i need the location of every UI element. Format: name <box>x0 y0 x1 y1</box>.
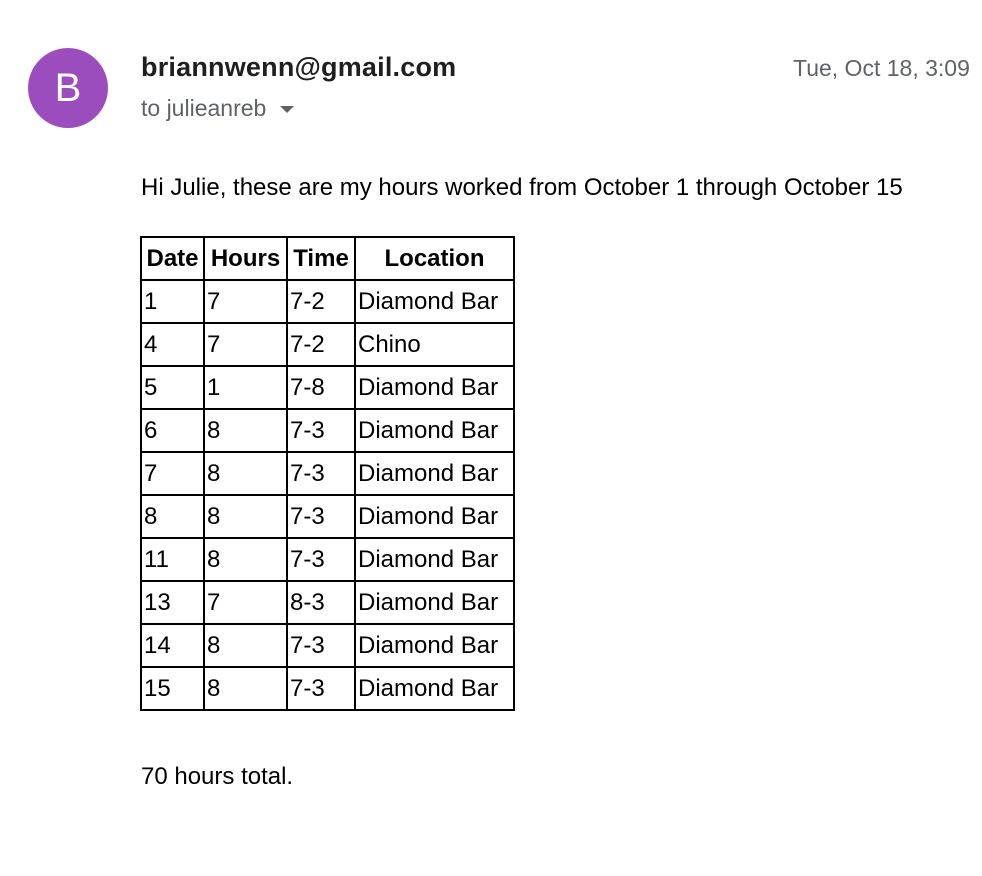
cell-hours: 8 <box>203 494 288 539</box>
chevron-down-icon[interactable] <box>280 106 295 113</box>
table-row: 4 7 7-2 Chino <box>140 322 515 367</box>
column-header-time: Time <box>286 236 356 281</box>
cell-location: Diamond Bar <box>354 494 515 539</box>
cell-hours: 7 <box>203 322 288 367</box>
cell-location: Diamond Bar <box>354 365 515 410</box>
column-header-date: Date <box>140 236 205 281</box>
cell-hours: 8 <box>203 451 288 496</box>
message-timestamp: Tue, Oct 18, 3:09 <box>793 55 970 81</box>
cell-date: 8 <box>140 494 205 539</box>
cell-date: 11 <box>140 537 205 582</box>
cell-time: 7-3 <box>286 623 356 668</box>
table-row: 13 7 8-3 Diamond Bar <box>140 580 515 625</box>
table-row: 11 8 7-3 Diamond Bar <box>140 537 515 582</box>
cell-time: 7-2 <box>286 279 356 324</box>
cell-hours: 8 <box>203 408 288 453</box>
avatar[interactable]: B <box>28 48 108 128</box>
cell-date: 4 <box>140 322 205 367</box>
cell-location: Diamond Bar <box>354 623 515 668</box>
cell-time: 7-8 <box>286 365 356 410</box>
cell-location: Diamond Bar <box>354 666 515 711</box>
column-header-location: Location <box>354 236 515 281</box>
table-row: 15 8 7-3 Diamond Bar <box>140 666 515 711</box>
table-header-row: Date Hours Time Location <box>140 236 515 281</box>
sender-email[interactable]: briannwenn@gmail.com <box>141 52 456 83</box>
cell-time: 7-3 <box>286 408 356 453</box>
cell-location: Diamond Bar <box>354 408 515 453</box>
cell-hours: 7 <box>203 580 288 625</box>
cell-date: 14 <box>140 623 205 668</box>
hours-total: 70 hours total. <box>141 763 294 790</box>
column-header-hours: Hours <box>203 236 288 281</box>
recipient-details-toggle[interactable]: to julieanreb <box>141 95 295 122</box>
cell-hours: 8 <box>203 666 288 711</box>
cell-hours: 8 <box>203 623 288 668</box>
cell-location: Diamond Bar <box>354 537 515 582</box>
table-row: 8 8 7-3 Diamond Bar <box>140 494 515 539</box>
table-row: 7 8 7-3 Diamond Bar <box>140 451 515 496</box>
cell-date: 13 <box>140 580 205 625</box>
cell-time: 7-2 <box>286 322 356 367</box>
cell-location: Diamond Bar <box>354 451 515 496</box>
cell-time: 7-3 <box>286 666 356 711</box>
cell-date: 5 <box>140 365 205 410</box>
cell-hours: 1 <box>203 365 288 410</box>
table-row: 1 7 7-2 Diamond Bar <box>140 279 515 324</box>
cell-date: 1 <box>140 279 205 324</box>
cell-location: Diamond Bar <box>354 279 515 324</box>
cell-date: 6 <box>140 408 205 453</box>
hours-table: Date Hours Time Location 1 7 7-2 Diamond… <box>140 236 515 711</box>
message-intro: Hi Julie, these are my hours worked from… <box>141 174 903 201</box>
cell-time: 7-3 <box>286 537 356 582</box>
table-row: 6 8 7-3 Diamond Bar <box>140 408 515 453</box>
cell-location: Chino <box>354 322 515 367</box>
table-row: 5 1 7-8 Diamond Bar <box>140 365 515 410</box>
recipient-label: to julieanreb <box>141 95 267 121</box>
avatar-letter: B <box>54 65 82 110</box>
cell-hours: 7 <box>203 279 288 324</box>
cell-date: 15 <box>140 666 205 711</box>
cell-time: 7-3 <box>286 451 356 496</box>
cell-time: 8-3 <box>286 580 356 625</box>
cell-date: 7 <box>140 451 205 496</box>
cell-time: 7-3 <box>286 494 356 539</box>
table-row: 14 8 7-3 Diamond Bar <box>140 623 515 668</box>
cell-location: Diamond Bar <box>354 580 515 625</box>
cell-hours: 8 <box>203 537 288 582</box>
